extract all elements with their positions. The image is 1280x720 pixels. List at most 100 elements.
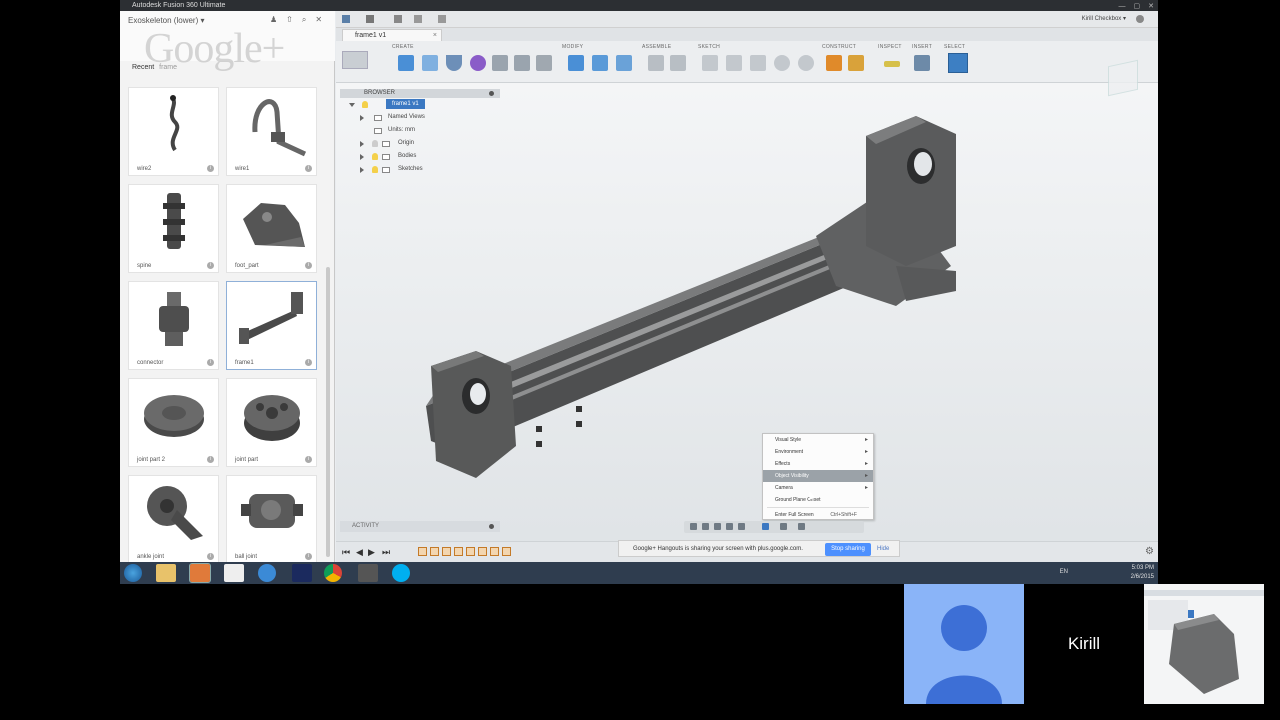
split-icon[interactable] xyxy=(616,55,632,71)
visibility-bulb-icon[interactable] xyxy=(372,153,378,160)
design-thumb-foot-part[interactable]: foot_part i xyxy=(226,184,317,273)
participant-avatar-tile[interactable] xyxy=(904,584,1024,704)
search-input[interactable]: frame xyxy=(159,64,177,71)
menu-item-visual-style[interactable]: Visual Style ▸ xyxy=(763,434,873,446)
group-modify[interactable]: MODIFY xyxy=(562,44,583,50)
close-icon[interactable]: ✕ xyxy=(315,15,322,25)
workspace-switcher[interactable] xyxy=(342,51,368,69)
design-thumb-joint-part[interactable]: joint part i xyxy=(226,378,317,467)
design-thumb-ankle-joint[interactable]: ankle joint i xyxy=(128,475,219,562)
spline-icon[interactable] xyxy=(726,55,742,71)
inkscape-icon[interactable] xyxy=(224,564,244,582)
data-panel-scrollbar[interactable] xyxy=(326,267,330,557)
design-thumb-connector[interactable]: connector i xyxy=(128,281,219,370)
group-insert[interactable]: INSERT xyxy=(912,44,932,50)
zoom-icon[interactable] xyxy=(726,523,733,530)
visibility-bulb-icon[interactable] xyxy=(372,140,378,147)
user-menu[interactable]: Kirill Checkbox ▾ xyxy=(1082,15,1126,22)
info-icon[interactable]: i xyxy=(305,553,312,560)
browser-header[interactable]: BROWSER xyxy=(340,89,500,98)
info-icon[interactable]: i xyxy=(207,456,214,463)
insert-image-icon[interactable] xyxy=(914,55,930,71)
app-icon[interactable] xyxy=(258,564,276,582)
info-icon[interactable]: i xyxy=(305,262,312,269)
file-explorer-icon[interactable] xyxy=(156,564,176,582)
sketch-plane-icon[interactable] xyxy=(750,55,766,71)
document-tab[interactable]: frame1 v1 × xyxy=(342,29,442,41)
group-select[interactable]: SELECT xyxy=(944,44,965,50)
menu-item-camera[interactable]: Camera ▸ xyxy=(763,482,873,494)
info-icon[interactable]: i xyxy=(207,359,214,366)
design-thumb-spine[interactable]: spine i xyxy=(128,184,219,273)
display-settings-icon[interactable] xyxy=(762,523,769,530)
as-built-joint-icon[interactable] xyxy=(670,55,686,71)
design-thumb-wire1[interactable]: wire1 i xyxy=(226,87,317,176)
user-icon[interactable]: ♟ xyxy=(270,15,277,25)
group-create[interactable]: CREATE xyxy=(392,44,414,50)
fillet-icon[interactable] xyxy=(592,55,608,71)
timeline-feature-icon[interactable] xyxy=(466,547,475,556)
search-icon[interactable]: ⌕ xyxy=(302,15,306,25)
fusion-app-icon[interactable] xyxy=(189,563,211,583)
torus-icon[interactable] xyxy=(446,55,462,71)
menu-item-environment[interactable]: Environment ▸ xyxy=(763,446,873,458)
project-selector[interactable]: Exoskeleton (lower) ▾ xyxy=(128,16,205,25)
menu-item-full-screen[interactable]: Enter Full Screen Ctrl+Shift+F xyxy=(763,509,873,521)
pattern-icon[interactable] xyxy=(514,55,530,71)
visibility-bulb-icon[interactable] xyxy=(362,101,368,108)
start-button-icon[interactable] xyxy=(124,564,142,582)
timeline-feature-icon[interactable] xyxy=(418,547,427,556)
help-icon[interactable] xyxy=(1136,15,1144,23)
design-thumb-ball-joint[interactable]: ball joint i xyxy=(226,475,317,562)
redo-icon[interactable] xyxy=(438,15,446,23)
info-icon[interactable]: i xyxy=(207,262,214,269)
cylinder-icon[interactable] xyxy=(422,55,438,71)
upload-icon[interactable]: ⇧ xyxy=(286,15,293,25)
grid-settings-icon[interactable] xyxy=(780,523,787,530)
app-icon[interactable] xyxy=(358,564,378,582)
hide-button[interactable]: Hide xyxy=(877,541,889,558)
design-thumb-frame1[interactable]: frame1 i xyxy=(226,281,317,370)
axis-icon[interactable] xyxy=(848,55,864,71)
group-inspect[interactable]: INSPECT xyxy=(878,44,902,50)
press-pull-icon[interactable] xyxy=(568,55,584,71)
expand-triangle-icon[interactable] xyxy=(360,154,364,160)
timeline-feature-icon[interactable] xyxy=(478,547,487,556)
photoshop-icon[interactable] xyxy=(292,564,312,582)
file-icon[interactable] xyxy=(366,15,374,23)
move-icon[interactable] xyxy=(536,55,552,71)
pin-icon[interactable] xyxy=(489,91,494,96)
group-sketch[interactable]: SKETCH xyxy=(698,44,720,50)
timeline-feature-icon[interactable] xyxy=(430,547,439,556)
info-icon[interactable]: i xyxy=(305,456,312,463)
skype-icon[interactable] xyxy=(392,564,410,582)
mirror-icon[interactable] xyxy=(492,55,508,71)
menu-item-object-visibility[interactable]: Object Visibility ▸ xyxy=(763,470,873,482)
activity-panel[interactable]: ACTIVITY xyxy=(340,521,500,532)
circle-icon[interactable] xyxy=(798,55,814,71)
info-icon[interactable]: i xyxy=(207,553,214,560)
timeline-feature-icon[interactable] xyxy=(454,547,463,556)
gear-icon[interactable]: ⚙ xyxy=(1145,546,1154,557)
timeline-feature-icon[interactable] xyxy=(490,547,499,556)
box-icon[interactable] xyxy=(398,55,414,71)
info-icon[interactable]: i xyxy=(305,359,312,366)
search-bar[interactable]: Recent frame xyxy=(132,64,177,71)
timeline-feature-icon[interactable] xyxy=(502,547,511,556)
fit-icon[interactable] xyxy=(738,523,745,530)
pin-icon[interactable] xyxy=(489,524,494,529)
measure-icon[interactable] xyxy=(884,61,900,67)
go-to-start-button[interactable]: ⏮ xyxy=(342,547,350,558)
line-icon[interactable] xyxy=(702,55,718,71)
viewcube[interactable] xyxy=(1108,59,1138,97)
undo-icon[interactable] xyxy=(414,15,422,23)
menu-item-effects[interactable]: Effects ▸ xyxy=(763,458,873,470)
pan-icon[interactable] xyxy=(714,523,721,530)
close-tab-icon[interactable]: × xyxy=(433,30,437,41)
expand-triangle-icon[interactable] xyxy=(360,115,364,121)
screen-share-thumbnail[interactable] xyxy=(1144,584,1264,704)
viewports-icon[interactable] xyxy=(798,523,805,530)
timeline-feature-icon[interactable] xyxy=(442,547,451,556)
expand-triangle-icon[interactable] xyxy=(360,141,364,147)
visibility-bulb-icon[interactable] xyxy=(372,166,378,173)
